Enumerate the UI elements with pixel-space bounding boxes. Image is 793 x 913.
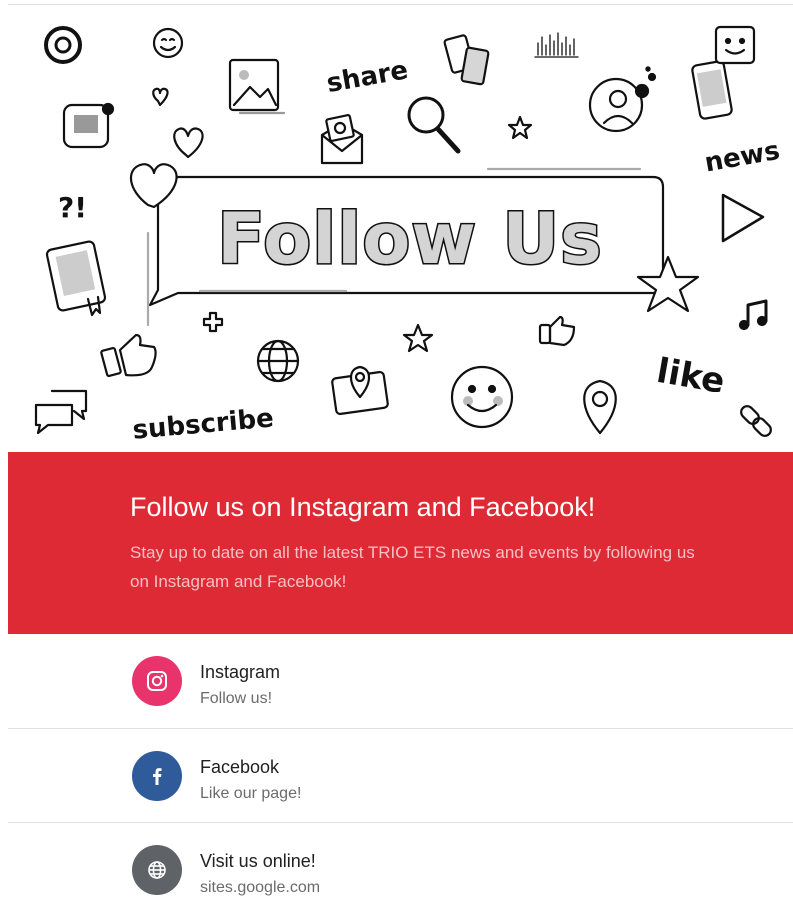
hero-title: Follow us on Instagram and Facebook! bbox=[130, 492, 596, 522]
image-icon bbox=[228, 58, 286, 115]
link-icon bbox=[740, 405, 772, 437]
instagram-icon bbox=[132, 656, 182, 706]
phone-chat-icon bbox=[691, 25, 756, 120]
thumbs-up-icon bbox=[100, 333, 157, 378]
map-pin-tablet-icon bbox=[331, 365, 389, 416]
hero-subtitle: Stay up to date on all the latest TRIO E… bbox=[130, 543, 695, 591]
location-pin-icon bbox=[583, 379, 617, 435]
tablet-icon bbox=[45, 240, 107, 317]
link-row-website[interactable]: Visit us online! sites.google.com bbox=[8, 822, 793, 913]
smiley-small-icon bbox=[152, 27, 184, 59]
share-word: share bbox=[324, 55, 410, 99]
follow-us-headline: Follow Us bbox=[217, 198, 603, 280]
smiley-icon bbox=[450, 365, 514, 429]
star-large-icon bbox=[636, 255, 700, 313]
facebook-icon bbox=[132, 751, 182, 801]
chat-bubbles-icon bbox=[34, 389, 88, 435]
star-small-icon bbox=[507, 115, 533, 140]
link-title: Facebook bbox=[200, 757, 280, 777]
link-title: Visit us online! bbox=[200, 851, 316, 871]
magnifier-icon bbox=[407, 96, 461, 154]
link-subtitle: Follow us! bbox=[200, 690, 273, 707]
globe-doodle-icon bbox=[256, 339, 300, 383]
chat-icon bbox=[62, 102, 115, 149]
at-icon bbox=[44, 26, 82, 64]
profile-icon bbox=[588, 66, 657, 133]
link-subtitle: sites.google.com bbox=[200, 879, 321, 896]
heart-pin-icon bbox=[130, 163, 178, 209]
cards-icon bbox=[443, 34, 490, 86]
link-subtitle: Like our page! bbox=[200, 785, 302, 802]
like-word: like bbox=[654, 351, 728, 402]
subscribe-word: subscribe bbox=[131, 403, 275, 445]
link-title: Instagram bbox=[200, 662, 281, 682]
equalizer-icon bbox=[534, 32, 579, 58]
link-row-facebook[interactable]: Facebook Like our page! bbox=[8, 728, 793, 823]
follow-us-banner: @ share news ?! like subscribe Follow Us bbox=[8, 5, 793, 451]
link-row-instagram[interactable]: Instagram Follow us! bbox=[8, 634, 793, 729]
heart-icon bbox=[173, 127, 204, 159]
plus-icon bbox=[202, 311, 224, 333]
hero-section: Follow us on Instagram and Facebook! Sta… bbox=[8, 452, 793, 634]
star-icon bbox=[402, 323, 434, 353]
play-icon bbox=[721, 193, 765, 243]
music-note-icon bbox=[738, 299, 768, 331]
thumbs-up-small-icon bbox=[538, 315, 576, 347]
news-word: news bbox=[702, 136, 782, 179]
interrobang-word: ?! bbox=[58, 191, 87, 224]
envelope-icon bbox=[320, 114, 364, 165]
heart-small-icon bbox=[152, 87, 169, 107]
globe-icon bbox=[132, 845, 182, 895]
